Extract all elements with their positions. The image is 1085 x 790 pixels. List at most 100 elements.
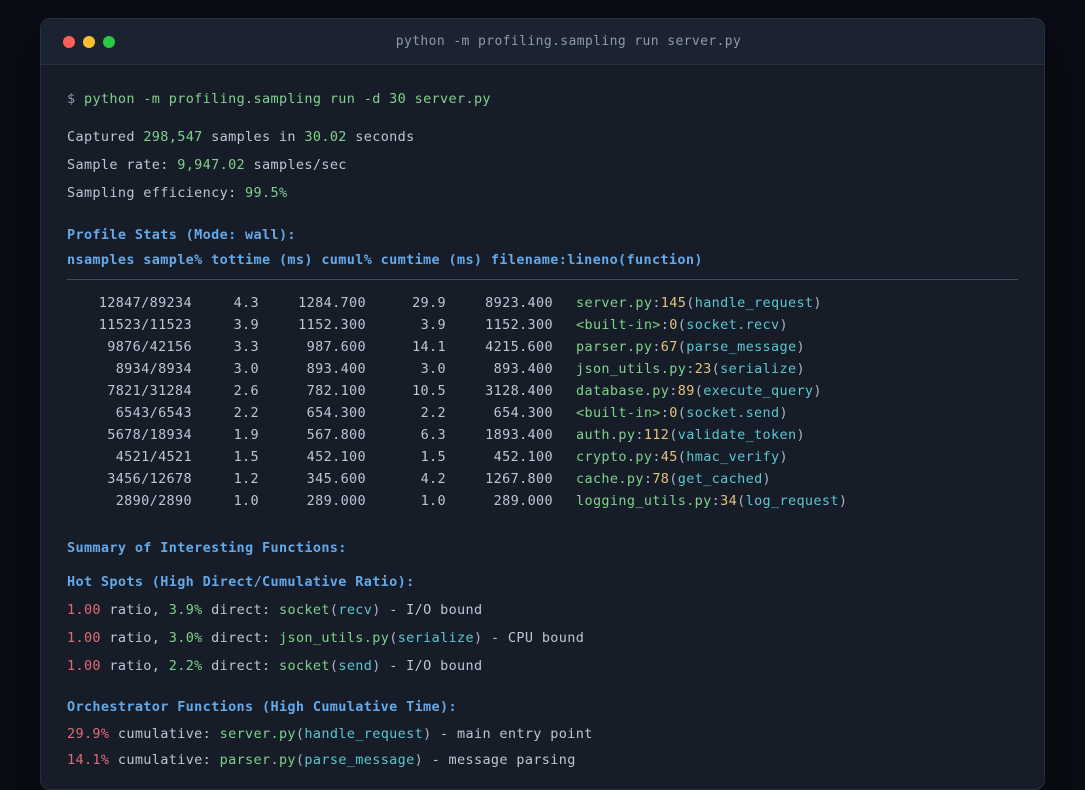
terminal-output[interactable]: $ python -m profiling.sampling run -d 30… [41,65,1044,773]
direct-label: direct: [202,658,279,674]
stats-row: 7821/31284 2.6 782.100 10.5 3128.400 database… [67,380,1018,402]
colon-separator: : [652,449,661,465]
cell-nsamples: 12847/89234 [98,295,192,311]
cumulative-label: cumulative: [109,752,220,768]
filename: parser.py [576,339,653,355]
cell-function: logging_utils.py:34(log_request) [553,490,1018,512]
cell-tottime: 452.100 [306,449,366,465]
paren-open: ( [694,383,704,399]
stats-row: 5678/18934 1.9 567.800 6.3 1893.400 auth.py:1… [67,424,1018,446]
colon-separator: : [711,493,721,509]
minimize-button[interactable] [83,35,95,48]
terminal-titlebar[interactable]: python -m profiling.sampling run server.… [41,19,1044,65]
cell-function: server.py:145(handle_request) [553,292,1018,314]
hot-spot-item: 1.00 ratio, 3.0% direct: json_utils.py(s… [67,624,1018,652]
cell-cumtime: 452.100 [493,449,553,465]
role-note: - message parsing [423,752,576,768]
paren-close: ) [779,317,788,333]
bound-note: - I/O bound [380,602,483,618]
cell-nsamples: 4521/4521 [115,449,192,465]
filename: parser.py [219,752,296,768]
cell-cumul-pct: 1.0 [420,493,446,509]
function-name: serialize [720,361,797,377]
paren-close: ) [796,427,805,443]
cell-tottime: 782.100 [306,383,366,399]
paren-open: ( [669,427,678,443]
cell-tottime: 1152.300 [298,317,366,333]
paren-open: ( [737,493,746,509]
filename: database.py [576,383,670,399]
cell-cumtime: 3128.400 [485,383,553,399]
hot-spot-item: 1.00 ratio, 3.9% direct: socket(recv) - … [67,596,1018,624]
cell-cumtime: 8923.400 [485,295,553,311]
function-name: parse_message [304,752,415,768]
paren-open: ( [677,317,687,333]
orchestrator-title: Orchestrator Functions (High Cumulative … [67,699,457,715]
cell-cumul-pct: 14.1 [412,339,446,355]
stats-title: Profile Stats (Mode: wall): [67,227,296,243]
line-number: 112 [643,427,670,443]
function-name: handle_request [304,726,424,742]
stats-row: 8934/8934 3.0 893.400 3.0 893.400 json_utils.… [67,358,1018,380]
filename: cache.py [576,471,644,487]
paren-close: ) [423,726,432,742]
role-note: - main entry point [431,726,593,742]
stats-row: 11523/11523 3.9 1152.300 3.9 1152.300 <built-… [67,314,1018,336]
function-name: hmac_verify [686,449,780,465]
cell-cumtime: 289.000 [493,493,553,509]
hot-spots-title: Hot Spots (High Direct/Cumulative Ratio)… [67,574,415,590]
direct-pct: 3.9% [168,602,203,618]
line-number: 0 [669,317,678,333]
paren-open: ( [669,471,678,487]
cell-function: parser.py:67(parse_message) [553,336,1018,358]
window-title: python -m profiling.sampling run server.… [395,34,742,49]
cell-sample-pct: 1.2 [233,471,259,487]
paren-open: ( [389,630,398,646]
cell-function: <built-in>:0(socket.send) [553,402,1018,424]
cell-cumul-pct: 1.5 [420,449,446,465]
paren-open: ( [677,339,687,355]
cell-tottime: 1284.700 [298,295,366,311]
shell-prompt: $ [67,91,84,107]
efficiency-label: Sampling efficiency: [67,185,246,201]
cell-cumul-pct: 6.3 [420,427,446,443]
hot-spots-list: 1.00 ratio, 3.9% direct: socket (recv) - … [67,596,1018,680]
cell-sample-pct: 4.3 [233,295,259,311]
cell-sample-pct: 3.3 [233,339,259,355]
filename: server.py [576,295,653,311]
captured-line: Captured 298,547 samples in 30.02 second… [67,123,1018,151]
cell-cumul-pct: 4.2 [420,471,446,487]
cumulative-pct: 14.1% [67,752,110,768]
maximize-button[interactable] [103,35,115,48]
paren-close: ) [838,493,848,509]
ratio-label: ratio, [100,602,169,618]
paren-close: ) [796,361,805,377]
cell-cumul-pct: 10.5 [412,383,446,399]
cell-tottime: 289.000 [306,493,366,509]
cumulative-pct: 29.9% [67,726,110,742]
sample-rate-value: 9,947.02 [177,157,246,173]
filename: logging_utils.py [576,493,712,509]
line-number: 0 [669,405,678,421]
bound-note: - I/O bound [380,658,483,674]
orchestrator-item: 29.9% cumulative: server.py(handle_reque… [67,721,1018,747]
cell-function: auth.py:112(validate_token) [553,424,1018,446]
line-number: 67 [660,339,678,355]
sample-rate-label: Sample rate: [67,157,178,173]
stats-rows: 12847/89234 4.3 1284.700 29.9 8923.400 server… [67,292,1018,512]
close-button[interactable] [63,35,75,48]
cell-cumul-pct: 3.0 [420,361,446,377]
cell-sample-pct: 1.0 [233,493,259,509]
cell-tottime: 654.300 [306,405,366,421]
terminal-window: python -m profiling.sampling run server.… [40,18,1045,790]
filename: crypto.py [576,449,653,465]
cell-nsamples: 11523/11523 [98,317,192,333]
direct-pct: 3.0% [168,630,203,646]
hot-spot-item: 1.00 ratio, 2.2% direct: socket(send) - … [67,652,1018,680]
line-number: 89 [677,383,695,399]
cell-cumtime: 654.300 [493,405,553,421]
colon-separator: : [652,295,661,311]
line-number: 145 [660,295,687,311]
colon-separator: : [635,427,644,443]
stats-row: 4521/4521 1.5 452.100 1.5 452.100 crypto.py:4… [67,446,1018,468]
